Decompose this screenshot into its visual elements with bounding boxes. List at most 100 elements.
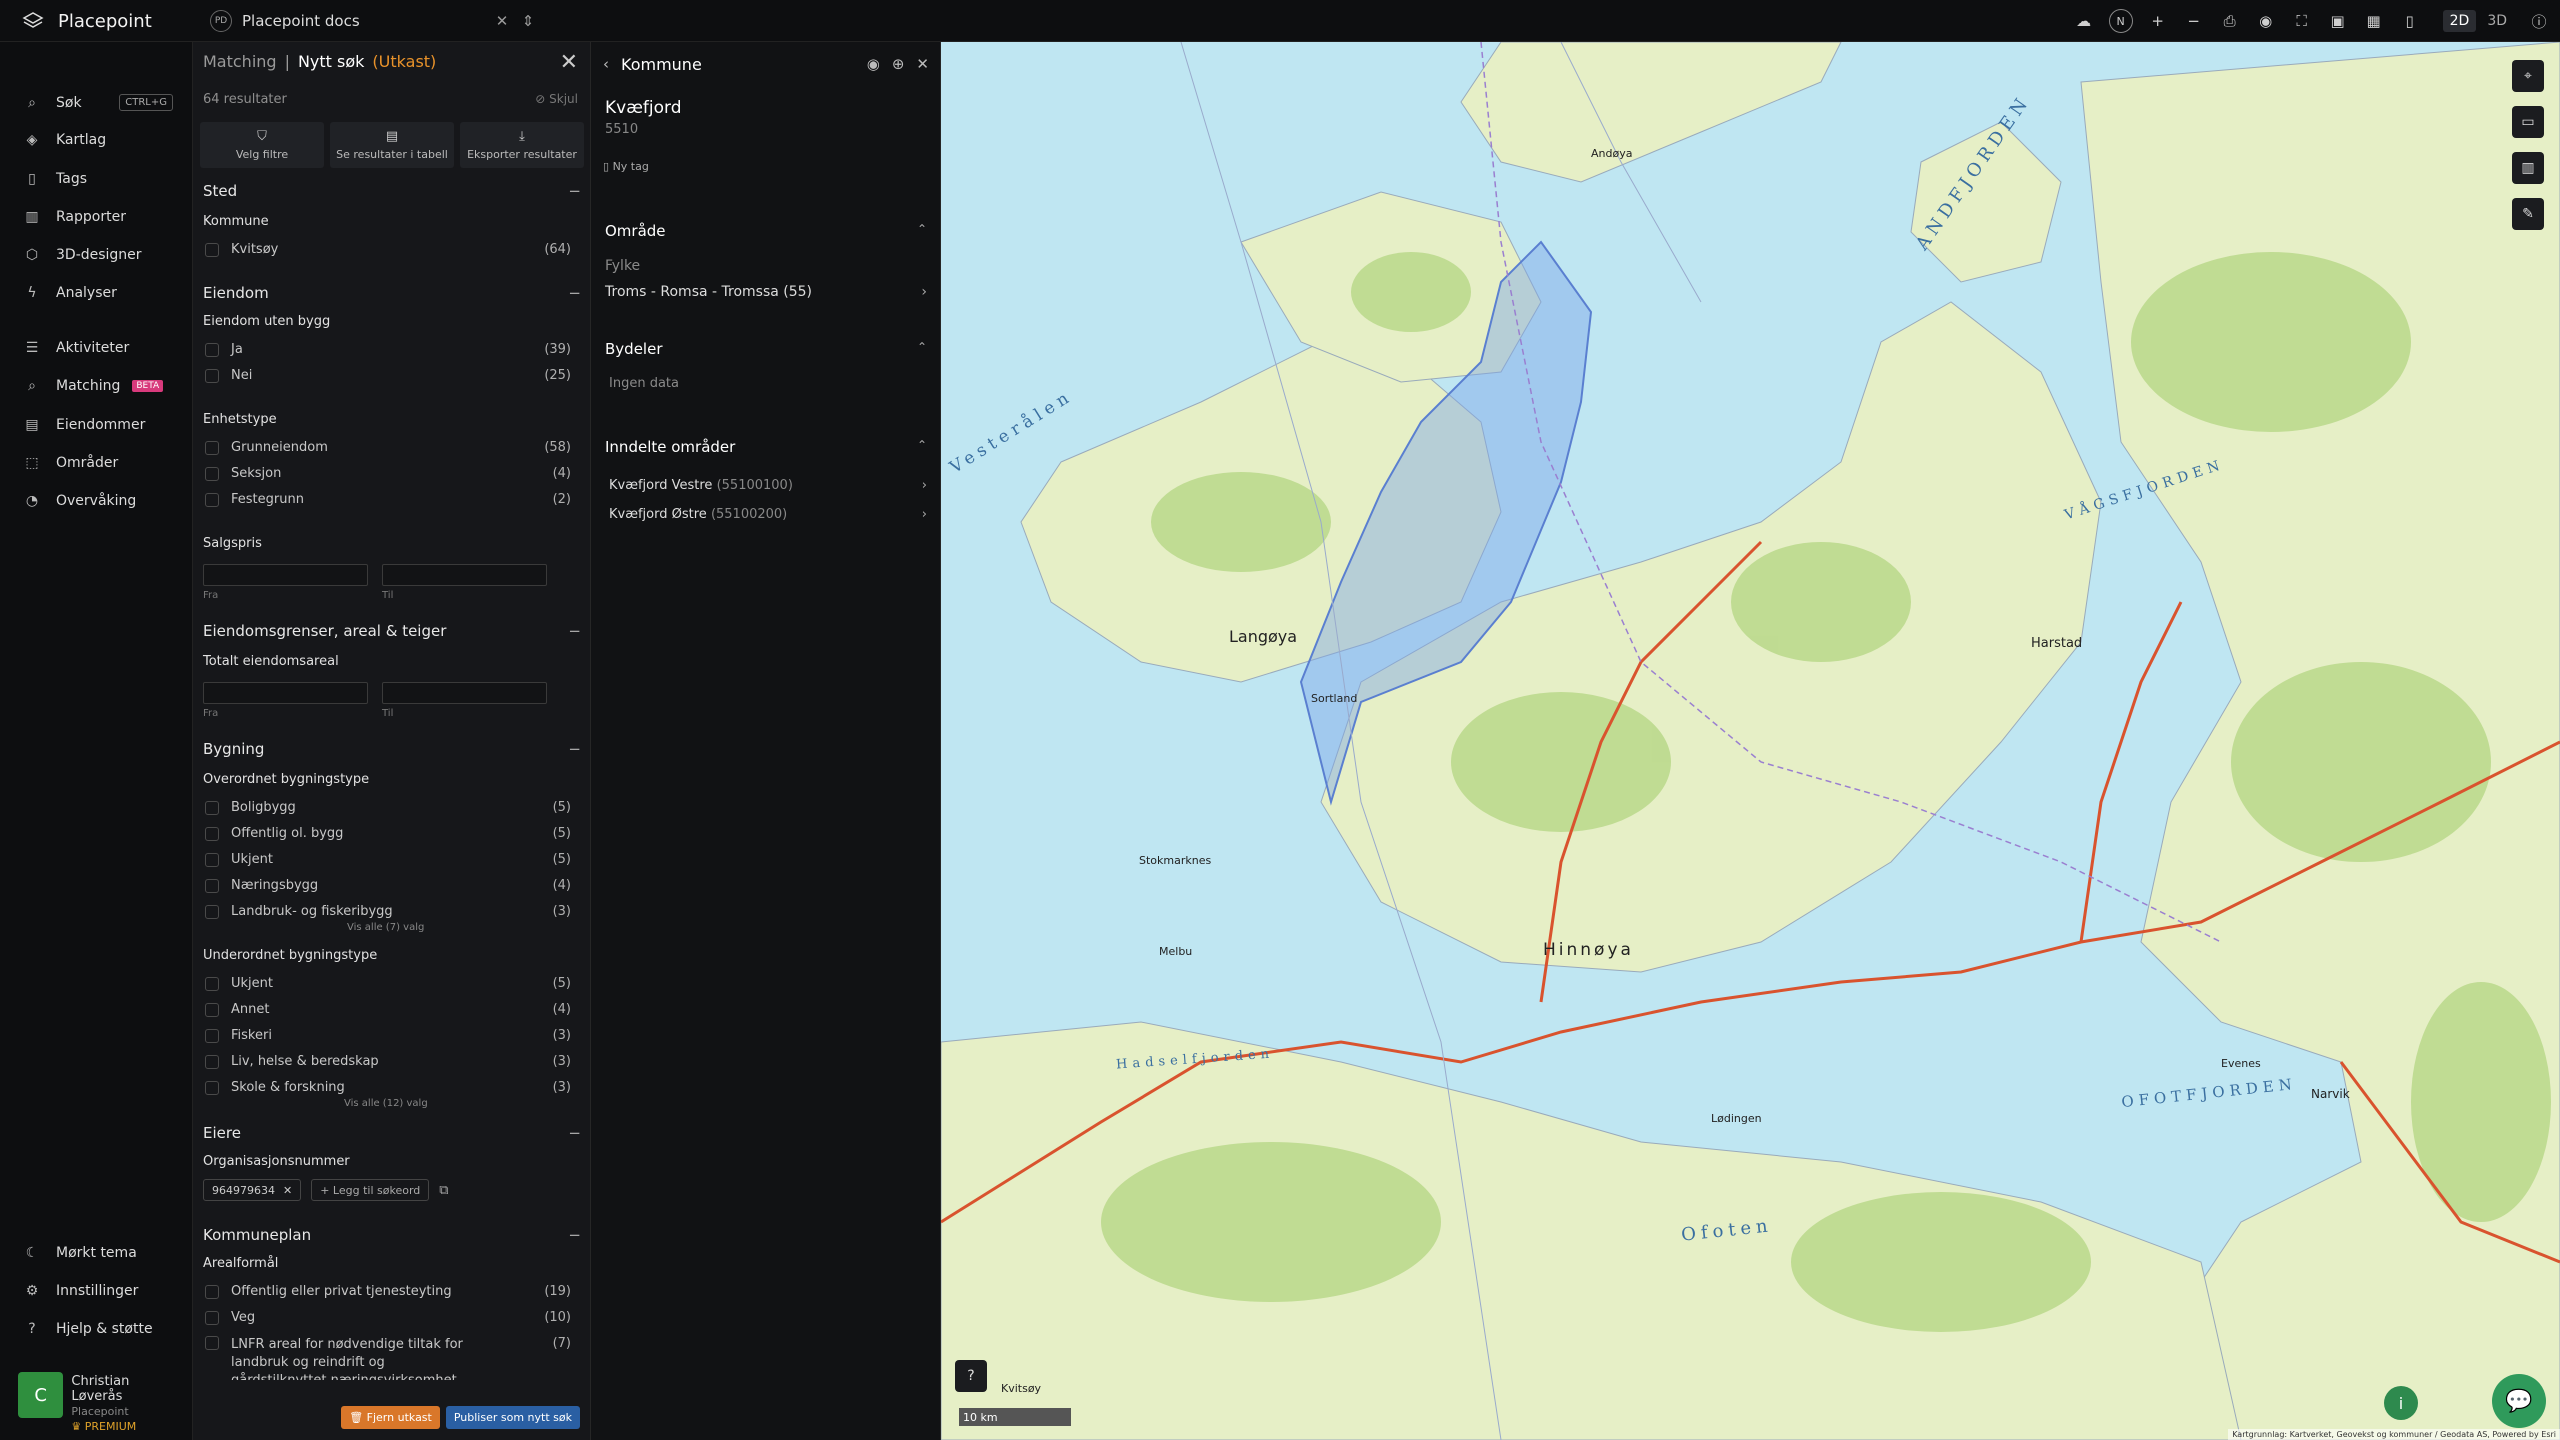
chevron-up-icon[interactable]: ⌃ <box>917 438 927 452</box>
sidebar-item-help[interactable]: ? Hjelp & støtte <box>0 1314 193 1344</box>
grid-icon[interactable]: ▦ <box>2363 10 2385 32</box>
checkbox[interactable] <box>205 368 219 383</box>
view-table-button[interactable]: ▤ Se resultater i tabell <box>330 122 454 168</box>
show-all-link[interactable]: Vis alle (12) valg <box>344 1098 428 1109</box>
export-button[interactable]: ⤓ Eksporter resultater <box>460 122 584 168</box>
checkbox[interactable] <box>205 1336 219 1350</box>
checkbox[interactable] <box>205 242 219 257</box>
price-from-input[interactable] <box>203 564 368 586</box>
collapse-icon[interactable]: − <box>568 1226 581 1244</box>
zoom-in-icon[interactable]: + <box>2147 10 2169 32</box>
show-all-link[interactable]: Vis alle (7) valg <box>347 922 424 933</box>
checkbox-option[interactable]: Nei (25) <box>203 368 571 383</box>
map-canvas[interactable]: ANDFJORDEN Vesterålen VÅGSFJORDEN OFOTFJ… <box>941 42 2560 1440</box>
remove-draft-button[interactable]: 🗑 Fjern utkast <box>341 1406 440 1429</box>
eye-icon[interactable]: ◉ <box>2255 10 2277 32</box>
remove-icon[interactable]: ✕ <box>283 1184 292 1197</box>
brand[interactable]: Placepoint <box>22 10 152 32</box>
section-omrade[interactable]: Område ⌃ <box>605 222 927 240</box>
sidebar-item-tags[interactable]: ▯ Tags <box>0 164 193 194</box>
checkbox[interactable] <box>205 1310 219 1325</box>
breadcrumb-matching[interactable]: Matching <box>203 52 277 71</box>
checkbox-option[interactable]: Offentlig ol. bygg (5) <box>203 826 571 841</box>
section-inndelte-omrader[interactable]: Inndelte områder ⌃ <box>605 438 927 456</box>
collapse-icon[interactable]: − <box>568 622 581 640</box>
measure-icon[interactable]: ⌖ <box>2512 60 2544 92</box>
sidebar-item-matching[interactable]: ⌕ Matching BETA <box>0 371 193 401</box>
user-profile[interactable]: C Christian Løverås Placepoint ♛ PREMIUM <box>18 1372 183 1433</box>
compass-north-icon[interactable]: N <box>2108 9 2133 33</box>
ruler-icon[interactable]: ▭ <box>2512 106 2544 138</box>
info-circle-icon[interactable]: ⓘ <box>2528 10 2550 32</box>
sidebar-item-overvaking[interactable]: ◔ Overvåking <box>0 486 193 516</box>
close-icon[interactable]: ✕ <box>560 50 578 75</box>
area-to-input[interactable] <box>382 682 547 704</box>
price-to-input[interactable] <box>382 564 547 586</box>
close-icon[interactable]: ✕ <box>494 12 510 30</box>
checkbox-option[interactable]: Boligbygg (5) <box>203 800 571 815</box>
fylke-row[interactable]: Troms - Romsa - Tromssa (55) › <box>605 284 927 300</box>
checkbox-option[interactable]: Festegrunn (2) <box>203 492 571 507</box>
section-eiendomsgrenser[interactable]: Eiendomsgrenser, areal & teiger − <box>203 622 581 640</box>
layers-icon[interactable]: ☁ <box>2073 10 2095 32</box>
info-icon[interactable]: i <box>2384 1386 2418 1420</box>
back-chevron-icon[interactable]: ‹ <box>603 55 609 73</box>
list-item[interactable]: Kvæfjord Østre (55100200) › <box>609 507 927 522</box>
mode-2d-button[interactable]: 2D <box>2442 10 2477 32</box>
close-icon[interactable]: ✕ <box>916 55 929 73</box>
locate-icon[interactable]: ⊕ <box>892 55 905 73</box>
org-number-chip[interactable]: 964979634 ✕ <box>203 1179 302 1201</box>
bookmark-icon[interactable]: ▯ <box>2399 10 2421 32</box>
checkbox-option[interactable]: Skole & forskning (3) <box>203 1080 571 1095</box>
section-eiendom[interactable]: Eiendom − <box>203 284 581 302</box>
checkbox-option[interactable]: LNFR areal for nødvendige tiltak for lan… <box>203 1336 571 1380</box>
checkbox[interactable] <box>205 1054 219 1069</box>
area-from-input[interactable] <box>203 682 368 704</box>
collapse-icon[interactable]: − <box>568 284 581 302</box>
sidebar-item-kartlag[interactable]: ◈ Kartlag <box>0 125 193 155</box>
checkbox[interactable] <box>205 440 219 455</box>
sidebar-item-settings[interactable]: ⚙ Innstillinger <box>0 1276 193 1306</box>
checkbox-option[interactable]: Kvitsøy (64) <box>203 242 571 257</box>
checkbox-option[interactable]: Veg (10) <box>203 1310 571 1325</box>
checkbox-option[interactable]: Seksjon (4) <box>203 466 571 481</box>
checkbox[interactable] <box>205 826 219 841</box>
sidebar-item-search[interactable]: ⌕ Søk CTRL+G <box>0 88 193 118</box>
sidebar-item-3d-designer[interactable]: ⬡ 3D-designer <box>0 240 193 270</box>
checkbox-option[interactable]: Annet (4) <box>203 1002 571 1017</box>
section-bygning[interactable]: Bygning − <box>203 740 581 758</box>
collapse-icon[interactable]: − <box>568 1124 581 1142</box>
collapse-icon[interactable]: − <box>568 182 581 200</box>
map-help-button[interactable]: ? <box>955 1360 987 1392</box>
checkbox-option[interactable]: Ja (39) <box>203 342 571 357</box>
sidebar-item-rapporter[interactable]: ▥ Rapporter <box>0 202 193 232</box>
checkbox-option[interactable]: Liv, helse & beredskap (3) <box>203 1054 571 1069</box>
chat-icon[interactable]: 💬 <box>2492 1374 2546 1428</box>
mode-3d-button[interactable]: 3D <box>2480 10 2514 32</box>
chevron-up-icon[interactable]: ⌃ <box>917 222 927 236</box>
chevron-up-icon[interactable]: ⌃ <box>917 340 927 354</box>
sidebar-item-eiendommer[interactable]: ▤ Eiendommer <box>0 410 193 440</box>
section-sted[interactable]: Sted − <box>203 182 581 200</box>
checkbox[interactable] <box>205 1002 219 1017</box>
collapse-icon[interactable]: − <box>568 740 581 758</box>
checkbox[interactable] <box>205 466 219 481</box>
eye-icon[interactable]: ◉ <box>867 55 880 73</box>
draw-icon[interactable]: ✎ <box>2512 198 2544 230</box>
checkbox[interactable] <box>205 904 219 919</box>
sidebar-item-analyser[interactable]: ϟ Analyser <box>0 278 193 308</box>
checkbox[interactable] <box>205 800 219 815</box>
chart-icon[interactable]: ▥ <box>2512 152 2544 184</box>
checkbox[interactable] <box>205 1284 219 1299</box>
workspace-selector[interactable]: PD Placepoint docs ✕ ⇕ <box>206 8 536 34</box>
section-eiere[interactable]: Eiere − <box>203 1124 581 1142</box>
checkbox-option[interactable]: Fiskeri (3) <box>203 1028 571 1043</box>
checkbox[interactable] <box>205 878 219 893</box>
print-icon[interactable]: ⎙ <box>2219 10 2241 32</box>
section-bydeler[interactable]: Bydeler ⌃ <box>605 340 927 358</box>
section-kommuneplan[interactable]: Kommuneplan − <box>203 1226 581 1244</box>
checkbox-option[interactable]: Ukjent (5) <box>203 852 571 867</box>
add-keyword-button[interactable]: + Legg til søkeord <box>311 1179 430 1201</box>
publish-button[interactable]: Publiser som nytt søk <box>445 1406 580 1429</box>
checkbox[interactable] <box>205 492 219 507</box>
